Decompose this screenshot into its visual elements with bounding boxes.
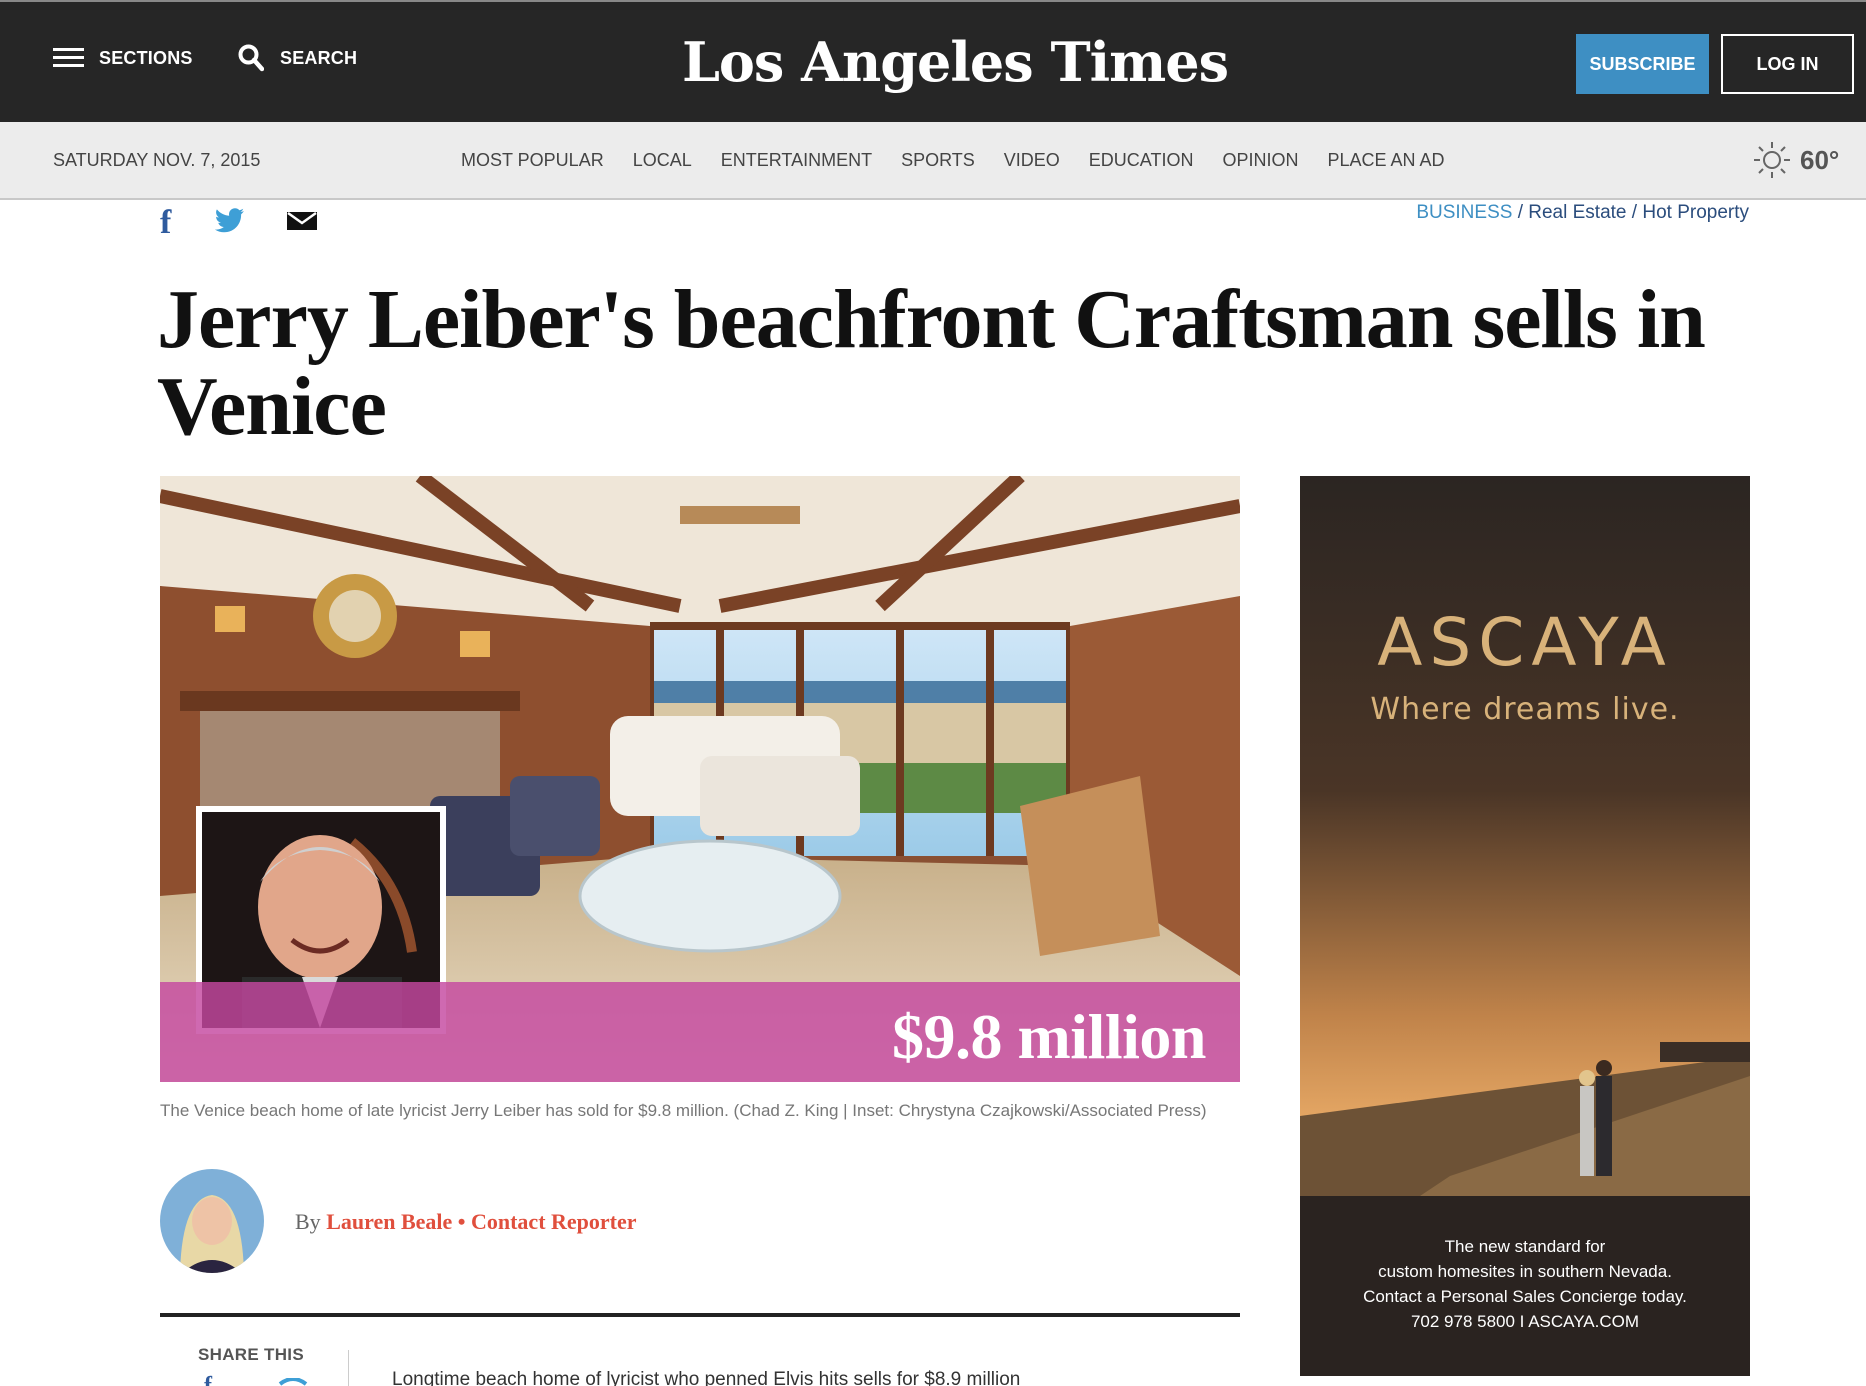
ad-copy-line: The new standard for [1444,1237,1606,1256]
login-button[interactable]: LOG IN [1721,34,1854,94]
nav-item-opinion[interactable]: OPINION [1222,150,1298,171]
facebook-icon[interactable]: f [204,1372,216,1386]
contact-reporter-link[interactable]: Contact Reporter [471,1209,637,1234]
nav-links: MOST POPULAR LOCAL ENTERTAINMENT SPORTS … [461,150,1474,171]
weather-temperature: 60° [1800,144,1840,175]
ad-brand: ASCAYA [1377,604,1673,681]
hero-image[interactable]: $9.8 million [160,476,1240,1082]
price-overlay: $9.8 million [891,1001,1207,1072]
weather-widget[interactable]: 60° [1752,140,1839,180]
masthead-logo[interactable]: Los Angeles Times [640,30,1270,94]
author-link[interactable]: Lauren Beale [326,1209,452,1234]
nav-item-place-an-ad[interactable]: PLACE AN AD [1327,150,1444,171]
breadcrumb: BUSINESS / Real Estate / Hot Property [1416,202,1749,224]
ascaya-advertisement[interactable]: ASCAYA Where dreams live. The new standa… [1300,476,1750,1376]
sections-menu-button[interactable]: SECTIONS [53,46,193,70]
facebook-icon[interactable]: f [160,206,171,240]
subscribe-button[interactable]: SUBSCRIBE [1576,34,1709,94]
divider [160,1313,1240,1317]
nav-item-video[interactable]: VIDEO [1004,150,1060,171]
sun-icon [1754,142,1790,178]
breadcrumb-hot-property[interactable]: Hot Property [1642,202,1749,223]
byline-separator: • [452,1209,471,1234]
article-summary: Longtime beach home of lyricist who penn… [392,1369,1021,1386]
hamburger-icon [53,46,84,70]
twitter-icon[interactable] [278,1378,308,1386]
nav-item-sports[interactable]: SPORTS [901,150,975,171]
nav-item-entertainment[interactable]: ENTERTAINMENT [721,150,872,171]
author-avatar[interactable] [160,1169,264,1273]
search-icon [238,44,264,72]
nav-item-most-popular[interactable]: MOST POPULAR [461,150,604,171]
ad-copy-line: custom homesites in southern Nevada. [1378,1262,1672,1281]
email-icon[interactable] [287,210,318,237]
ad-copy: The new standard for custom homesites in… [1300,1234,1750,1334]
breadcrumb-real-estate[interactable]: Real Estate [1528,202,1626,223]
breadcrumb-business[interactable]: BUSINESS [1416,202,1512,223]
top-bar: SECTIONS SEARCH Los Angeles Times SUBSCR… [0,0,1866,122]
search-button[interactable]: SEARCH [238,44,357,72]
ad-copy-line: 702 978 5800 I ASCAYA.COM [1410,1312,1640,1331]
date-label: SATURDAY NOV. 7, 2015 [53,150,261,170]
photo-caption: The Venice beach home of late lyricist J… [160,1101,1207,1120]
nav-item-education[interactable]: EDUCATION [1089,150,1194,171]
breadcrumb-separator: / [1626,202,1643,223]
byline-prefix: By [295,1209,327,1234]
ad-copy-line: Contact a Personal Sales Concierge today… [1363,1287,1687,1306]
article-headline: Jerry Leiber's beachfront Craftsman sell… [157,273,1706,453]
nav-item-local[interactable]: LOCAL [633,150,692,171]
byline: By Lauren Beale • Contact Reporter [295,1209,637,1235]
share-icons-top: f [160,206,318,240]
twitter-icon[interactable] [215,207,245,239]
share-this-label: SHARE THIS [198,1345,304,1364]
divider [348,1350,349,1386]
ad-tagline: Where dreams live. [1370,692,1680,727]
sections-label: SECTIONS [99,47,193,68]
search-label: SEARCH [280,47,358,68]
breadcrumb-separator: / [1512,202,1529,223]
nav-bar: SATURDAY NOV. 7, 2015 MOST POPULAR LOCAL… [0,122,1866,200]
